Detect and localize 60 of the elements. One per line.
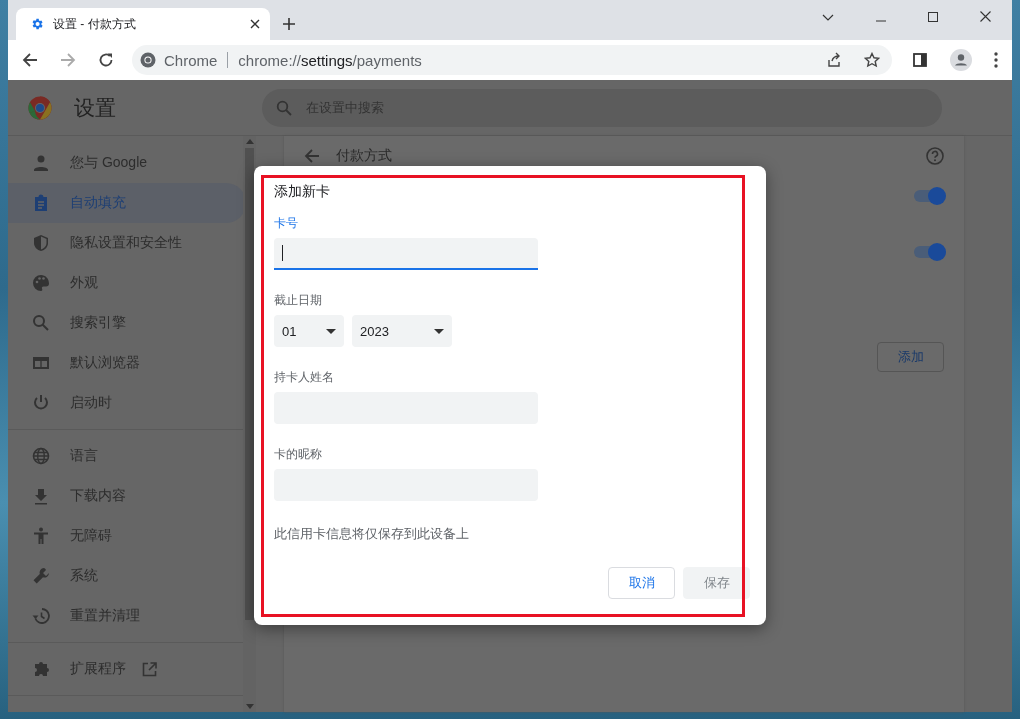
clipboard-icon [32,194,50,212]
download-icon [32,487,50,505]
dialog-title: 添加新卡 [274,183,331,201]
tab-title: 设置 - 付款方式 [53,15,137,33]
side-panel-icon[interactable] [912,52,928,68]
field-label: 截止日期 [274,292,322,309]
sidebar-item[interactable]: 系统 [8,556,246,596]
field-label: 卡的昵称 [274,446,322,463]
power-icon [32,394,50,412]
dropdown[interactable]: 2023 [352,315,452,347]
sidebar-item[interactable]: 您与 Google [8,143,246,183]
history-icon [32,607,50,625]
chrome-logo-icon [28,95,52,120]
info-text: 此信用卡信息将仅保存到此设备上 [274,525,469,543]
sidebar-item[interactable]: 搜索引擎 [8,303,246,343]
page-title: 设置 [74,94,117,121]
share-icon[interactable] [826,52,842,68]
dropdown-arrow-icon [326,328,336,334]
browser-window-icon [32,354,50,372]
scrollbar-thumb[interactable] [245,148,254,620]
search-icon [32,314,50,332]
chevron-down-icon[interactable] [822,14,834,22]
maximize-icon[interactable] [928,12,938,22]
puzzle-icon [32,660,50,678]
gear-icon [30,17,44,31]
input-field[interactable] [274,238,538,270]
sidebar-item[interactable]: 启动时 [8,383,246,423]
sidebar-item[interactable]: 无障碍 [8,516,246,556]
field-label: 卡号 [274,215,298,232]
add-button[interactable]: 添加 [877,342,944,372]
browser-tab[interactable]: 设置 - 付款方式 [16,8,270,40]
sidebar-item[interactable]: 语言 [8,436,246,476]
more-icon[interactable] [994,52,998,68]
globe-icon [32,447,50,465]
close-icon[interactable] [980,11,991,22]
accessibility-icon [32,527,50,545]
wrench-icon [32,567,50,585]
toggle-switch[interactable] [914,246,944,258]
sidebar-item[interactable]: 外观 [8,263,246,303]
search-icon [276,99,292,116]
dropdown[interactable]: 01 [274,315,344,347]
person-icon [32,154,50,172]
url-text: chrome://settings/payments [238,51,422,69]
shield-icon [32,234,50,252]
chrome-logo-icon [140,52,156,68]
reload-icon[interactable] [98,52,114,68]
site-label: Chrome [164,51,218,69]
star-icon[interactable] [864,52,880,68]
address-bar[interactable]: Chrome chrome://settings/payments [132,45,892,75]
sidebar-item[interactable]: 自动填充 [8,183,246,223]
new-tab-icon[interactable] [282,17,296,31]
palette-icon [32,274,50,292]
toggle-switch[interactable] [914,190,944,202]
dropdown-arrow-icon [434,328,444,334]
cancel-button[interactable]: 取消 [608,567,675,599]
close-icon[interactable] [250,19,260,29]
section-title: 付款方式 [336,147,392,165]
profile-icon[interactable] [950,49,972,71]
field-label: 持卡人姓名 [274,369,334,386]
back-arrow-icon[interactable] [22,52,38,68]
